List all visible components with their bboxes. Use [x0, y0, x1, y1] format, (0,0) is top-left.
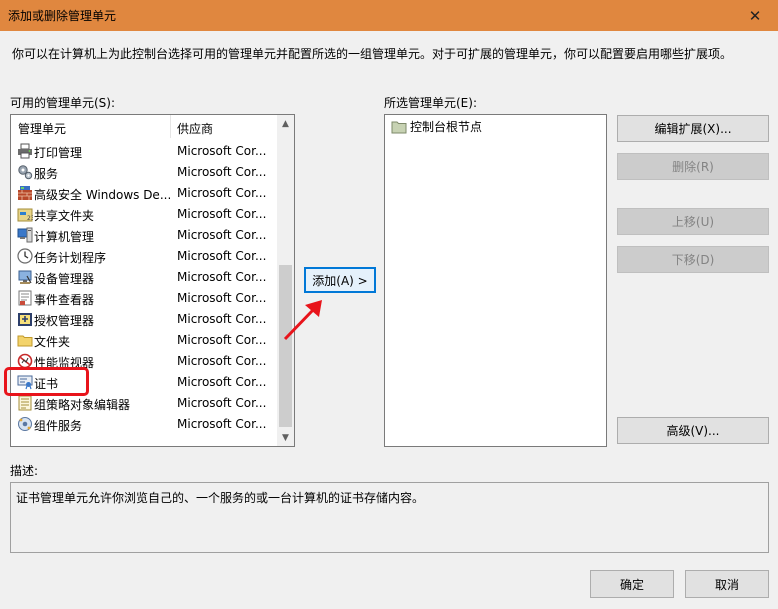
snapin-name: 组件服务: [34, 419, 83, 433]
snapin-name: 计算机管理: [34, 230, 95, 244]
authorization-icon: [17, 311, 33, 327]
title-bar: 添加或删除管理单元 ✕: [0, 0, 778, 31]
computer-management-icon: [17, 227, 33, 243]
scrollbar-thumb[interactable]: [279, 265, 292, 427]
clock-icon: [17, 248, 33, 264]
folder-icon: [17, 332, 33, 348]
svg-text:23: 23: [27, 215, 33, 222]
scroll-up-arrow-icon[interactable]: ▲: [277, 115, 294, 132]
edit-extensions-button[interactable]: 编辑扩展(X)...: [617, 115, 769, 142]
snapin-vendor: Microsoft Cor...: [177, 270, 267, 284]
console-root-label: 控制台根节点: [410, 120, 483, 134]
snapin-vendor: Microsoft Cor...: [177, 207, 267, 221]
snapin-name: 共享文件夹: [34, 209, 95, 223]
snapin-row[interactable]: 授权管理器 Microsoft Cor...: [11, 309, 279, 330]
event-viewer-icon: [17, 290, 33, 306]
console-root-node[interactable]: 控制台根节点: [391, 118, 482, 135]
snapin-vendor: Microsoft Cor...: [177, 417, 267, 431]
list-column-header: 管理单元 供应商: [11, 115, 279, 138]
selected-snapins-label: 所选管理单元(E):: [384, 96, 477, 110]
cancel-button[interactable]: 取消: [685, 570, 769, 598]
snapin-name: 设备管理器: [34, 272, 95, 286]
snapin-name: 授权管理器: [34, 314, 95, 328]
snapin-vendor: Microsoft Cor...: [177, 312, 267, 326]
column-header-vendor[interactable]: 供应商: [177, 120, 213, 137]
move-up-button[interactable]: 上移(U): [617, 208, 769, 235]
snapin-name: 高级安全 Windows De...: [34, 188, 170, 202]
snapin-row[interactable]: 计算机管理 Microsoft Cor...: [11, 225, 279, 246]
move-down-button[interactable]: 下移(D): [617, 246, 769, 273]
available-snapins-list[interactable]: 管理单元 供应商 打印管理 Microsoft Cor... 服务 Microsoft…: [10, 114, 295, 447]
column-header-name[interactable]: 管理单元: [18, 120, 66, 137]
scroll-down-arrow-icon[interactable]: ▼: [277, 429, 294, 446]
snapin-row[interactable]: 任务计划程序 Microsoft Cor...: [11, 246, 279, 267]
console-root-folder-icon: [391, 119, 407, 135]
snapin-vendor: Microsoft Cor...: [177, 186, 267, 200]
snapin-name: 组策略对象编辑器: [34, 398, 131, 412]
snapin-name: 任务计划程序: [34, 251, 107, 265]
dialog-body: 你可以在计算机上为此控制台选择可用的管理单元并配置所选的一组管理单元。对于可扩展…: [0, 31, 778, 609]
available-snapins-label: 可用的管理单元(S):: [10, 96, 116, 110]
advanced-button[interactable]: 高级(V)...: [617, 417, 769, 444]
snapin-row[interactable]: 23共享文件夹 Microsoft Cor...: [11, 204, 279, 225]
group-policy-icon: [17, 395, 33, 411]
vertical-scrollbar[interactable]: ▲ ▼: [277, 115, 294, 446]
firewall-icon: [17, 185, 33, 201]
snapin-vendor: Microsoft Cor...: [177, 354, 267, 368]
snapin-vendor: Microsoft Cor...: [177, 291, 267, 305]
snapin-vendor: Microsoft Cor...: [177, 396, 267, 410]
description-text: 证书管理单元允许你浏览自己的、一个服务的或一台计算机的证书存储内容。: [16, 491, 425, 505]
snapin-name: 文件夹: [34, 335, 71, 349]
remove-button[interactable]: 删除(R): [617, 153, 769, 180]
window-title: 添加或删除管理单元: [8, 9, 117, 23]
snapin-vendor: Microsoft Cor...: [177, 228, 267, 242]
ok-button[interactable]: 确定: [590, 570, 674, 598]
component-services-icon: [17, 416, 33, 432]
snapin-row[interactable]: 组件服务 Microsoft Cor...: [11, 414, 279, 435]
snapin-vendor: Microsoft Cor...: [177, 249, 267, 263]
shared-folder-icon: 23: [17, 206, 35, 222]
snapin-row[interactable]: 事件查看器 Microsoft Cor...: [11, 288, 279, 309]
selected-snapins-list[interactable]: 控制台根节点: [384, 114, 607, 447]
device-manager-icon: [17, 269, 33, 285]
snapin-row[interactable]: 打印管理 Microsoft Cor...: [11, 141, 279, 162]
description-box: 证书管理单元允许你浏览自己的、一个服务的或一台计算机的证书存储内容。: [10, 482, 769, 553]
snapin-row[interactable]: 设备管理器 Microsoft Cor...: [11, 267, 279, 288]
printer-icon: [17, 143, 33, 159]
snapin-vendor: Microsoft Cor...: [177, 144, 267, 158]
snapin-vendor: Microsoft Cor...: [177, 375, 267, 389]
snapin-row[interactable]: 服务 Microsoft Cor...: [11, 162, 279, 183]
snapin-row[interactable]: 组策略对象编辑器 Microsoft Cor...: [11, 393, 279, 414]
snapin-row[interactable]: 高级安全 Windows De... Microsoft Cor...: [11, 183, 279, 204]
close-button[interactable]: ✕: [732, 0, 778, 31]
snapin-vendor: Microsoft Cor...: [177, 165, 267, 179]
snapin-vendor: Microsoft Cor...: [177, 333, 267, 347]
column-separator[interactable]: [170, 115, 171, 138]
dialog-description: 你可以在计算机上为此控制台选择可用的管理单元并配置所选的一组管理单元。对于可扩展…: [12, 47, 733, 61]
snapin-row[interactable]: 文件夹 Microsoft Cor...: [11, 330, 279, 351]
snapin-name: 打印管理: [34, 146, 83, 160]
add-button[interactable]: 添加(A) >: [304, 267, 376, 293]
snapin-name: 服务: [34, 167, 59, 181]
gears-icon: [17, 164, 33, 180]
certificate-highlight-box: [4, 367, 89, 396]
snapin-name: 事件查看器: [34, 293, 95, 307]
description-label: 描述:: [10, 464, 39, 478]
